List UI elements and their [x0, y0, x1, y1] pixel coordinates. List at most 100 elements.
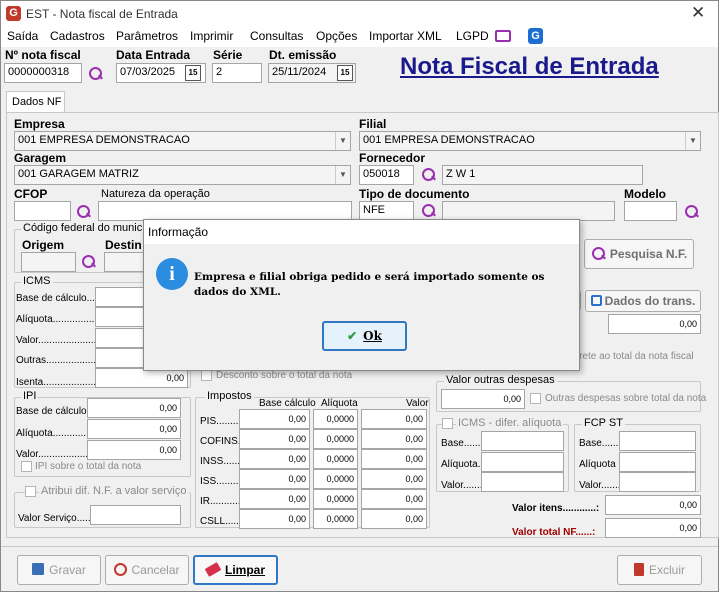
- ipi-base-field[interactable]: 0,00: [87, 398, 181, 418]
- imposto-valor-field[interactable]: 0,00: [361, 429, 427, 449]
- nota-label: Nº nota fiscal: [5, 48, 81, 62]
- garagem-label: Garagem: [14, 151, 67, 165]
- outras-desp-check-label: Outras despesas sobre total da nota: [545, 393, 707, 404]
- excluir-button[interactable]: Excluir: [617, 555, 702, 585]
- atribui-checkbox[interactable]: [25, 486, 36, 497]
- imposto-label: COFINS.: [200, 436, 241, 447]
- filial-select[interactable]: 001 EMPRESA DEMONSTRACAO ▼: [359, 131, 701, 151]
- empresa-label: Empresa: [14, 117, 65, 131]
- ipi-aliquota-field[interactable]: 0,00: [87, 419, 181, 439]
- gravar-button[interactable]: Gravar: [17, 555, 101, 585]
- fcp-aliquota-label: Alíquota: [579, 459, 616, 470]
- icms-isenta-field[interactable]: 0,00: [95, 368, 188, 388]
- outras-desp-field[interactable]: 0,00: [441, 389, 525, 409]
- menu-importar-xml[interactable]: Importar XML: [369, 29, 442, 43]
- garagem-value: 001 GARAGEM MATRIZ: [18, 168, 139, 180]
- impostos-title: Impostos: [205, 390, 254, 402]
- menu-cadastros[interactable]: Cadastros: [50, 29, 105, 43]
- imposto-aliquota-field[interactable]: 0,0000: [313, 409, 358, 429]
- icms-dif-base-field[interactable]: [481, 431, 564, 451]
- fcp-base-field[interactable]: [619, 431, 696, 451]
- desconto-checkbox[interactable]: [201, 370, 212, 381]
- menu-saida[interactable]: Saída: [7, 29, 38, 43]
- fcp-valor-field[interactable]: [619, 472, 696, 492]
- garagem-select[interactable]: 001 GARAGEM MATRIZ ▼: [14, 165, 351, 185]
- menu-parametros[interactable]: Parâmetros: [116, 29, 178, 43]
- tab-dados-nf[interactable]: Dados NF: [6, 91, 65, 113]
- eraser-icon: [204, 562, 222, 577]
- copy-icon: [590, 295, 602, 306]
- search-cfop-icon[interactable]: [76, 204, 91, 219]
- calendar-icon[interactable]: 15: [185, 65, 201, 81]
- frete-field[interactable]: 0,00: [608, 314, 701, 334]
- modelo-field[interactable]: [624, 201, 677, 221]
- ok-button[interactable]: ✔ Ok: [322, 321, 407, 351]
- imposto-aliquota-field[interactable]: 0,0000: [313, 469, 358, 489]
- search-origem-icon[interactable]: [81, 254, 96, 269]
- imposto-valor-field[interactable]: 0,00: [361, 509, 427, 529]
- search-tipo-doc-icon[interactable]: [421, 203, 436, 218]
- atribui-label: Atribui dif. N.F. a valor serviço: [39, 485, 189, 497]
- dados-trans-button[interactable]: Dados do trans.: [585, 290, 701, 312]
- ipi-title: IPI: [21, 390, 39, 402]
- main-window: G EST - Nota fiscal de Entrada ✕ Saída C…: [0, 0, 719, 592]
- cfop-field[interactable]: [14, 201, 71, 221]
- imposto-base-field[interactable]: 0,00: [239, 489, 310, 509]
- imposto-base-field[interactable]: 0,00: [239, 509, 310, 529]
- limpar-button[interactable]: Limpar: [193, 555, 278, 585]
- nota-field[interactable]: 0000000318: [4, 63, 82, 83]
- menu-consultas[interactable]: Consultas: [250, 29, 303, 43]
- menu-lgpd[interactable]: LGPD: [456, 29, 489, 43]
- imposto-label: INSS.......: [200, 456, 243, 467]
- valor-total-field: 0,00: [605, 518, 701, 538]
- cancelar-button[interactable]: Cancelar: [105, 555, 189, 585]
- tipo-doc-field[interactable]: NFE: [359, 201, 414, 221]
- menu-bar: Saída Cadastros Parâmetros Imprimir Cons…: [1, 27, 718, 47]
- imposto-base-field[interactable]: 0,00: [239, 469, 310, 489]
- search-modelo-icon[interactable]: [684, 204, 699, 219]
- menu-imprimir[interactable]: Imprimir: [190, 29, 233, 43]
- g-logo-icon[interactable]: G: [528, 28, 543, 44]
- serie-field[interactable]: 2: [212, 63, 262, 83]
- pesquisa-nf-button[interactable]: Pesquisa N.F.: [584, 239, 694, 269]
- desconto-label: Desconto sobre o total da nota: [216, 370, 353, 381]
- fcp-aliquota-field[interactable]: [619, 452, 696, 472]
- outras-desp-checkbox[interactable]: [530, 393, 541, 404]
- imposto-aliquota-field[interactable]: 0,0000: [313, 489, 358, 509]
- calendar-emissao-icon[interactable]: 15: [337, 65, 353, 81]
- close-icon[interactable]: ✕: [691, 3, 705, 23]
- ipi-total-checkbox[interactable]: [21, 461, 32, 472]
- imposto-valor-field[interactable]: 0,00: [361, 409, 427, 429]
- menu-opcoes[interactable]: Opções: [316, 29, 357, 43]
- imposto-valor-field[interactable]: 0,00: [361, 449, 427, 469]
- valor-total-label: Valor total NF......:: [512, 527, 596, 538]
- imposto-label: ISS..........: [200, 476, 244, 487]
- destino-label: Destin: [105, 238, 142, 252]
- imposto-valor-field[interactable]: 0,00: [361, 469, 427, 489]
- imposto-base-field[interactable]: 0,00: [239, 449, 310, 469]
- natureza-field[interactable]: [98, 201, 352, 221]
- divider: [1, 546, 718, 547]
- app-logo-icon: G: [6, 6, 21, 21]
- imposto-aliquota-field[interactable]: 0,0000: [313, 449, 358, 469]
- search-fornecedor-icon[interactable]: [421, 167, 436, 182]
- imposto-valor-field[interactable]: 0,00: [361, 489, 427, 509]
- icms-dif-checkbox[interactable]: [442, 418, 453, 429]
- fornecedor-code-field[interactable]: 050018: [359, 165, 414, 185]
- origem-field[interactable]: [21, 252, 76, 272]
- monitor-icon[interactable]: [495, 30, 511, 42]
- imposto-base-field[interactable]: 0,00: [239, 429, 310, 449]
- valor-servico-field[interactable]: [90, 505, 181, 525]
- icms-dif-valor-field[interactable]: [481, 472, 564, 492]
- empresa-select[interactable]: 001 EMPRESA DEMONSTRACAO ▼: [14, 131, 351, 151]
- ipi-valor-field[interactable]: 0,00: [87, 440, 181, 460]
- search-icon: [591, 246, 606, 261]
- search-nota-icon[interactable]: [88, 66, 103, 81]
- imposto-base-field[interactable]: 0,00: [239, 409, 310, 429]
- col-base-header: Base cálculo: [259, 398, 316, 409]
- icms-dif-aliquota-field[interactable]: [481, 452, 564, 472]
- imposto-aliquota-field[interactable]: 0,0000: [313, 509, 358, 529]
- outras-desp-title: Valor outras despesas: [444, 374, 557, 386]
- cancel-icon: [114, 563, 128, 576]
- imposto-aliquota-field[interactable]: 0,0000: [313, 429, 358, 449]
